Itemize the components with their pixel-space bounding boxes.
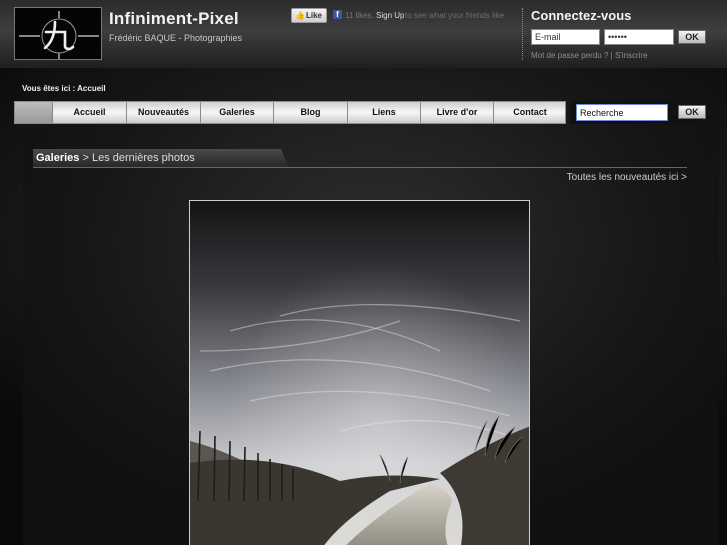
search-ok-button[interactable]: OK <box>678 105 706 119</box>
nav-spacer <box>15 102 53 123</box>
nav-item-livre-dor[interactable]: Livre d'or <box>421 102 494 123</box>
forgot-password-link[interactable]: Mot de passe perdu ? <box>531 51 608 60</box>
facebook-icon: f <box>333 10 342 19</box>
main-nav: Accueil Nouveautés Galeries Blog Liens L… <box>14 101 566 124</box>
facebook-like-label: Like <box>305 11 322 20</box>
breadcrumb-current[interactable]: Accueil <box>77 84 105 93</box>
nav-item-blog[interactable]: Blog <box>274 102 348 123</box>
section-title: Galeries > Les dernières photos <box>36 152 195 164</box>
featured-photo[interactable] <box>189 200 530 545</box>
facebook-likes-count: 11 likes. <box>345 11 374 20</box>
login-title: Connectez-vous <box>531 8 632 23</box>
password-field[interactable] <box>604 29 674 45</box>
facebook-like-button[interactable]: 👍Like <box>291 8 327 23</box>
thumbs-up-icon: 👍 <box>295 11 305 20</box>
page: Infiniment-Pixel Frédéric BAQUE - Photog… <box>0 0 727 545</box>
link-separator: | <box>610 51 613 60</box>
breadcrumb: Vous êtes ici : Accueil <box>22 84 106 93</box>
facebook-see-friends-text: to see what your friends like <box>405 11 505 20</box>
section-subtitle: > Les dernières photos <box>82 152 195 164</box>
header: Infiniment-Pixel Frédéric BAQUE - Photog… <box>0 0 727 68</box>
nav-item-contact[interactable]: Contact <box>494 102 566 123</box>
login-links: Mot de passe perdu ? | S'inscrire <box>531 51 648 60</box>
galeries-link[interactable]: Galeries <box>36 152 79 164</box>
nav-item-liens[interactable]: Liens <box>348 102 421 123</box>
search-input[interactable] <box>576 104 668 121</box>
register-link[interactable]: S'inscrire <box>615 51 648 60</box>
nav-item-nouveautes[interactable]: Nouveautés <box>127 102 201 123</box>
login-ok-button[interactable]: OK <box>678 30 706 44</box>
breadcrumb-prefix: Vous êtes ici : <box>22 84 76 93</box>
site-title[interactable]: Infiniment-Pixel <box>109 9 239 29</box>
all-news-link[interactable]: Toutes les nouveautés ici > <box>567 172 687 183</box>
nav-item-accueil[interactable]: Accueil <box>53 102 127 123</box>
site-subtitle: Frédéric BAQUE - Photographies <box>109 33 243 43</box>
photo-image <box>190 201 529 545</box>
logo-glyph-icon <box>19 11 99 59</box>
nav-item-galeries[interactable]: Galeries <box>201 102 274 123</box>
header-divider <box>522 8 523 60</box>
logo[interactable] <box>14 7 102 60</box>
facebook-signup-link[interactable]: Sign Up <box>376 11 404 20</box>
section-divider <box>33 167 687 168</box>
email-field[interactable] <box>531 29 600 45</box>
